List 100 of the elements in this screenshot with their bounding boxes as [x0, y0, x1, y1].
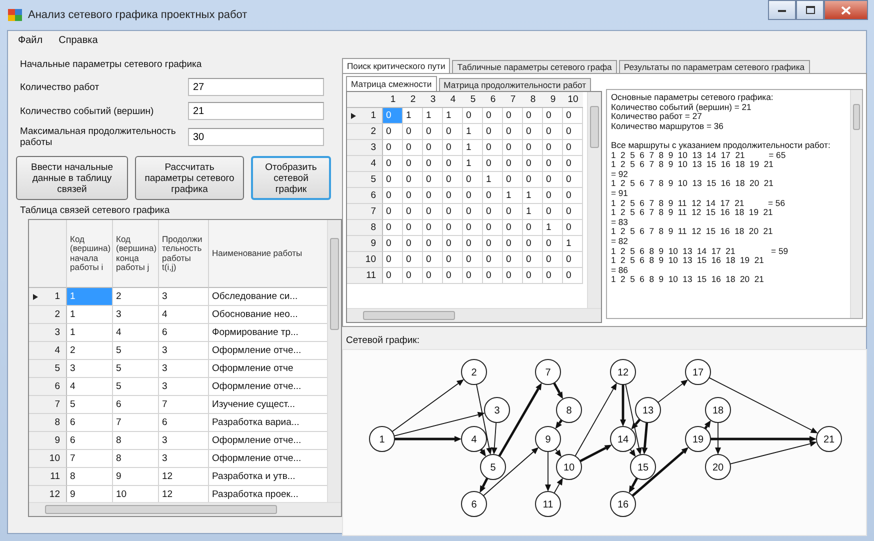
graph-node: 8	[556, 397, 582, 423]
row-header[interactable]: 2	[29, 306, 67, 324]
column-header[interactable]: Код (вершина) начала работы i	[67, 220, 113, 288]
row-header[interactable]: 6	[347, 188, 383, 204]
input-field[interactable]: 21	[188, 102, 324, 120]
graph-node: 12	[610, 359, 636, 385]
matrix-cell: 0	[383, 124, 403, 140]
action-button[interactable]: Отобразить сетевой график	[251, 156, 331, 200]
graph-node: 1	[369, 426, 395, 452]
matrix-cell: 0	[503, 140, 523, 156]
table-cell: 3	[67, 360, 113, 378]
row-header[interactable]: 9	[29, 432, 67, 450]
matrix-cell: 1	[543, 220, 563, 236]
horizontal-scrollbar[interactable]	[347, 308, 601, 322]
route-line: 1 2 5 6 8 9 10 13 15 16 18 19 21	[611, 256, 765, 266]
column-header[interactable]: 3	[423, 92, 443, 108]
column-header[interactable]: 6	[483, 92, 503, 108]
route-line: 1 2 5 6 7 8 9 11 12 15 16 18 19 21	[611, 208, 774, 218]
matrix-cell: 0	[443, 156, 463, 172]
maximize-button[interactable]	[796, 0, 824, 20]
matrix-cell: 0	[543, 252, 563, 268]
tab[interactable]: Табличные параметры сетевого графа	[452, 60, 617, 73]
header-corner[interactable]	[29, 220, 67, 288]
row-header[interactable]: 1	[29, 288, 67, 306]
row-header[interactable]: 4	[29, 342, 67, 360]
matrix-cell: 0	[443, 140, 463, 156]
column-header[interactable]: 7	[503, 92, 523, 108]
row-header[interactable]: 9	[347, 236, 383, 252]
row-header[interactable]: 11	[29, 468, 67, 486]
vertical-scrollbar[interactable]	[327, 220, 341, 502]
column-header[interactable]: Код (вершина) конца работы j	[113, 220, 159, 288]
graph-node: 14	[610, 426, 636, 452]
action-button[interactable]: Ввести начальные данные в таблицу связей	[16, 156, 128, 200]
column-header[interactable]: Наименование работы	[209, 220, 327, 288]
row-header[interactable]: 8	[347, 220, 383, 236]
row-header[interactable]: 10	[29, 450, 67, 468]
input-field[interactable]: 30	[188, 128, 324, 146]
column-header[interactable]: 9	[543, 92, 563, 108]
menu-item[interactable]: Файл	[18, 35, 43, 47]
column-header[interactable]: 4	[443, 92, 463, 108]
matrix-cell: 0	[463, 108, 483, 124]
matrix-cell: 0	[543, 172, 563, 188]
vertical-scrollbar[interactable]	[850, 90, 862, 318]
matrix-cell: 1	[463, 140, 483, 156]
row-header[interactable]: 10	[347, 252, 383, 268]
row-header[interactable]: 1	[347, 108, 383, 124]
tab[interactable]: Поиск критического пути	[342, 58, 450, 73]
tab[interactable]: Матрица смежности	[346, 76, 437, 91]
column-header[interactable]: Продолжи тельность работы t(i,j)	[159, 220, 209, 288]
matrix-cell: 0	[383, 172, 403, 188]
column-header[interactable]: 1	[383, 92, 403, 108]
header-corner[interactable]	[347, 92, 383, 108]
matrix-cell: 0	[503, 252, 523, 268]
row-header[interactable]: 3	[29, 324, 67, 342]
row-header[interactable]: 3	[347, 140, 383, 156]
row-header[interactable]: 5	[347, 172, 383, 188]
matrix-cell: 0	[403, 124, 423, 140]
menu-item[interactable]: Справка	[58, 35, 98, 47]
matrix-cell: 0	[423, 172, 443, 188]
table-cell: 7	[159, 396, 209, 414]
minimize-button[interactable]	[768, 0, 796, 20]
matrix-cell: 0	[483, 156, 503, 172]
row-header[interactable]: 8	[29, 414, 67, 432]
matrix-cell: 0	[403, 172, 423, 188]
close-button[interactable]	[824, 0, 868, 20]
matrix-cell: 0	[423, 220, 443, 236]
matrix-cell: 0	[543, 188, 563, 204]
action-button[interactable]: Рассчитать параметры сетевого графика	[135, 156, 244, 200]
matrix-cell: 1	[403, 108, 423, 124]
close-icon	[841, 6, 851, 14]
row-header[interactable]: 5	[29, 360, 67, 378]
row-header[interactable]: 7	[29, 396, 67, 414]
horizontal-scrollbar[interactable]	[29, 502, 341, 516]
column-header[interactable]: 10	[563, 92, 583, 108]
tab[interactable]: Матрица продолжительности работ	[438, 78, 592, 91]
graph-node: 4	[461, 426, 487, 452]
row-header[interactable]: 12	[29, 486, 67, 502]
matrix-cell: 0	[383, 140, 403, 156]
graph-node: 16	[610, 491, 636, 517]
row-header[interactable]: 2	[347, 124, 383, 140]
row-header[interactable]: 6	[29, 378, 67, 396]
row-header[interactable]: 11	[347, 268, 383, 284]
table-cell: 5	[113, 378, 159, 396]
input-field[interactable]: 27	[188, 78, 324, 96]
tab[interactable]: Результаты по параметрам сетевого графика	[618, 60, 810, 73]
column-header[interactable]: 2	[403, 92, 423, 108]
row-header[interactable]: 7	[347, 204, 383, 220]
column-header[interactable]: 8	[523, 92, 543, 108]
matrix-cell: 0	[443, 172, 463, 188]
matrix-cell: 0	[423, 124, 443, 140]
table-cell: 6	[159, 414, 209, 432]
row-header[interactable]: 4	[347, 156, 383, 172]
matrix-cell: 0	[383, 156, 403, 172]
matrix-cell: 0	[543, 124, 563, 140]
column-header[interactable]: 5	[463, 92, 483, 108]
matrix-cell: 0	[523, 156, 543, 172]
matrix-cell: 0	[543, 140, 563, 156]
vertical-scrollbar[interactable]	[587, 92, 601, 308]
matrix-cell: 0	[443, 188, 463, 204]
matrix-cell: 0	[503, 236, 523, 252]
